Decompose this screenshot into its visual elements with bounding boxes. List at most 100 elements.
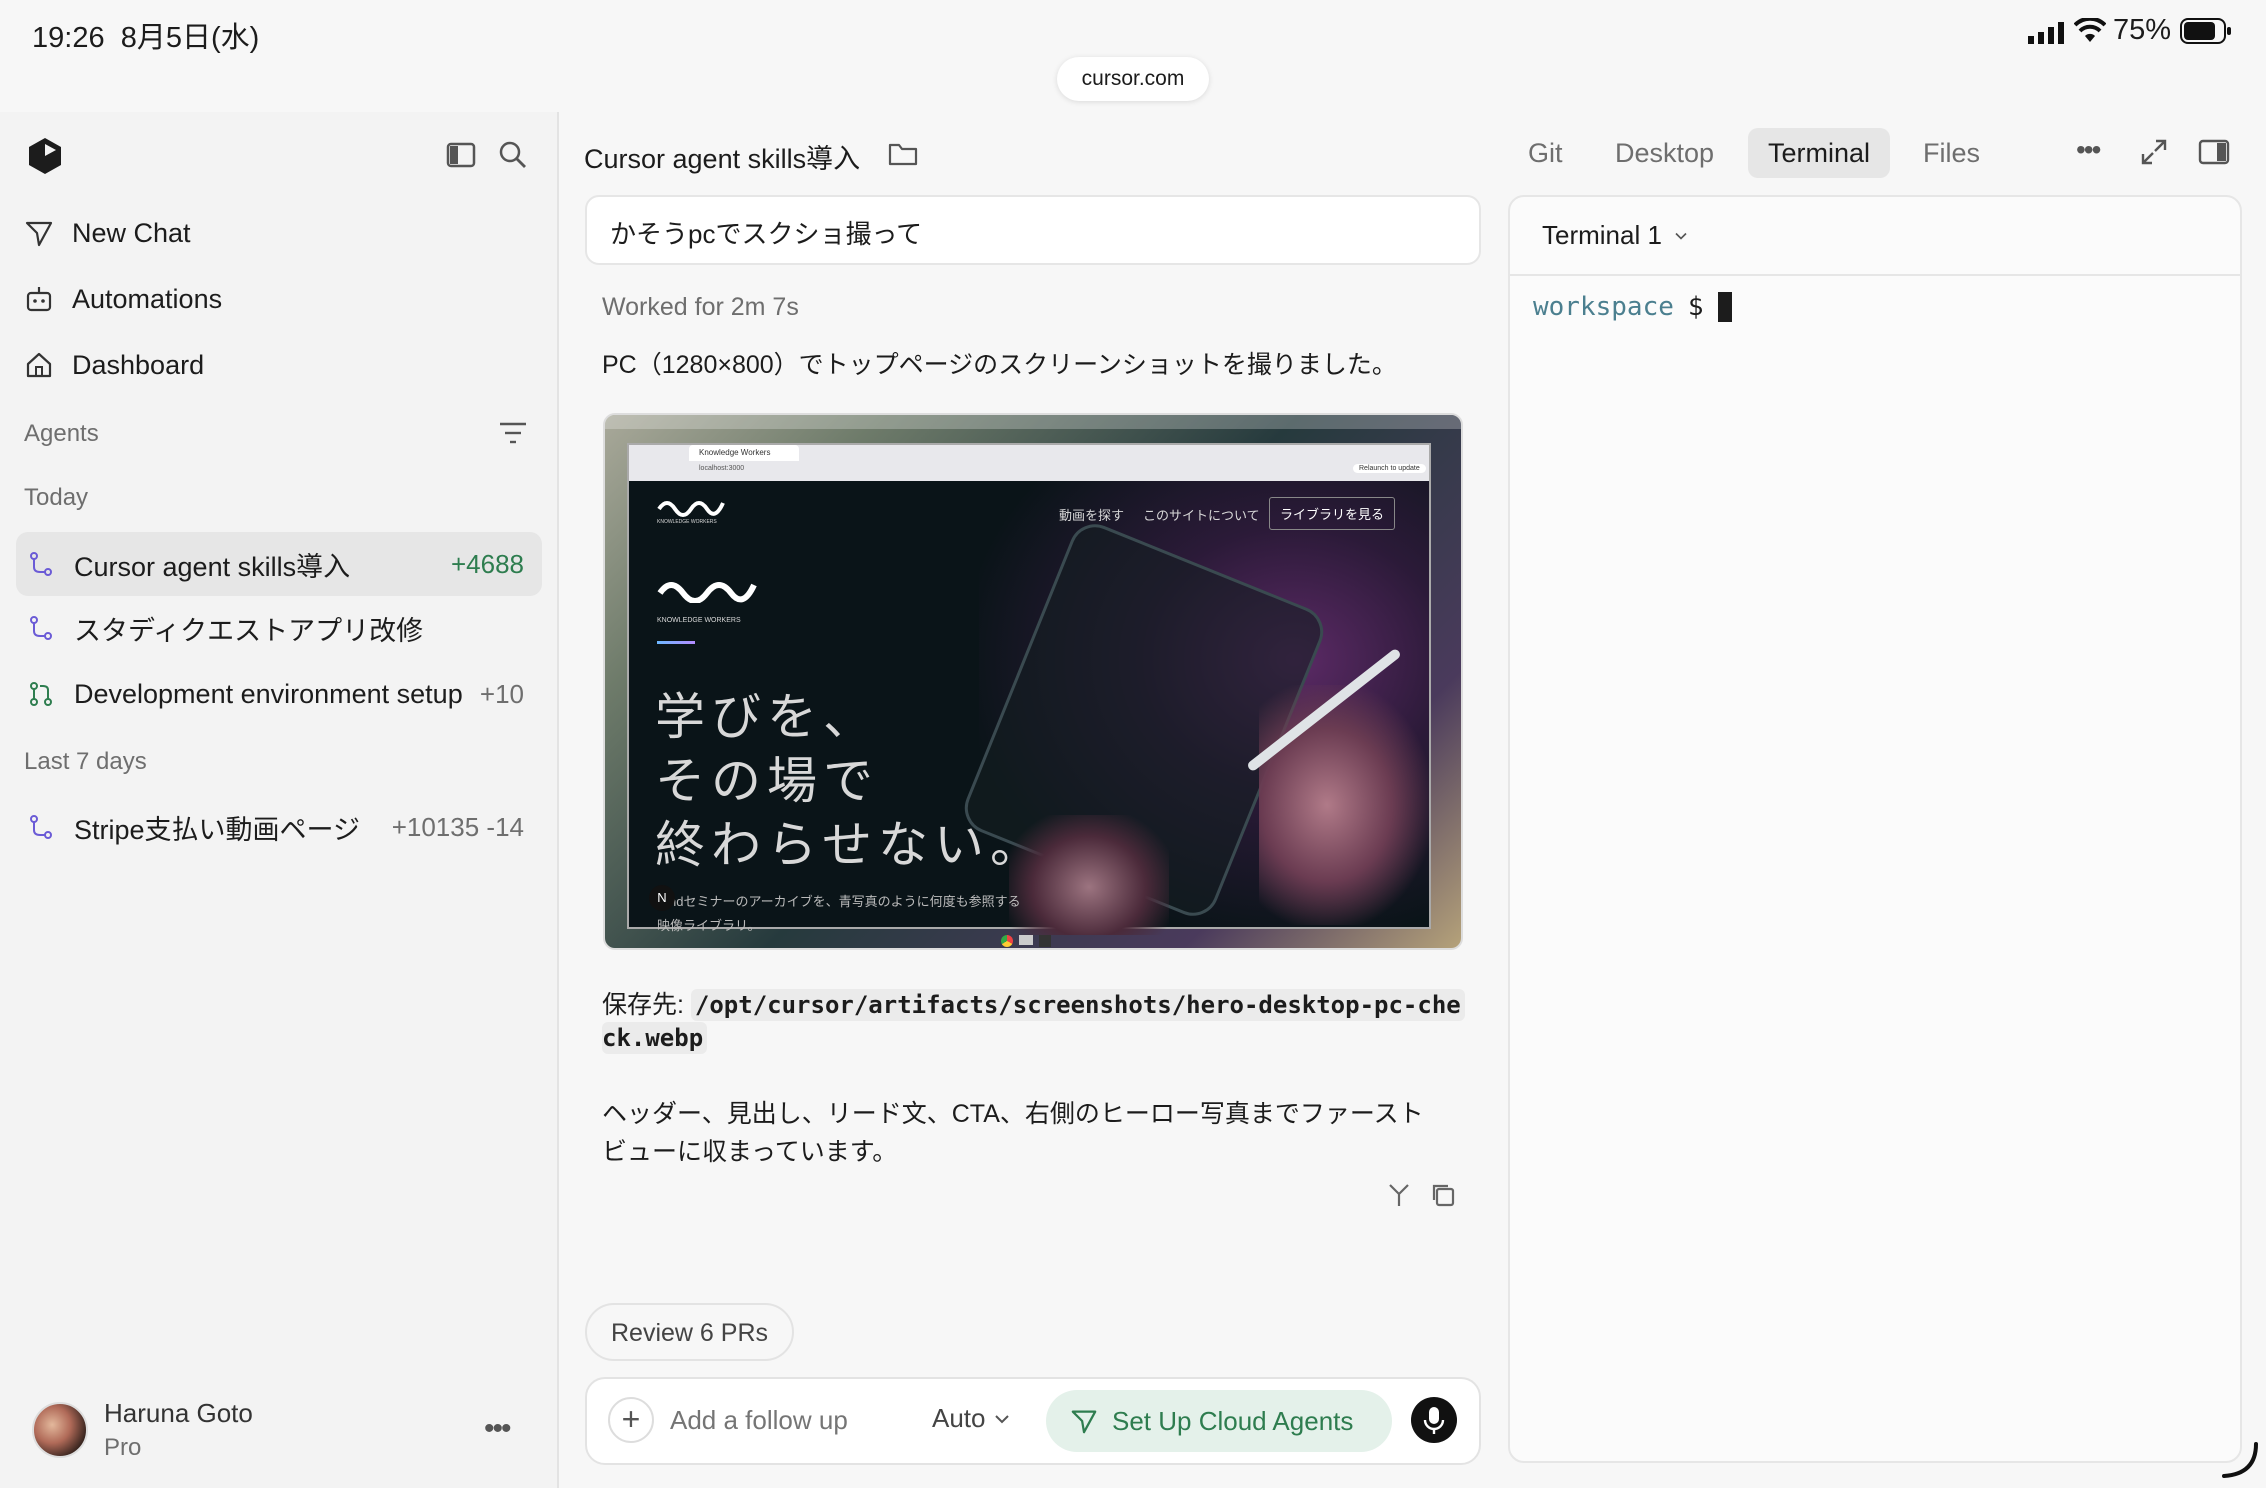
microphone-icon [1423,1407,1445,1434]
fork-icon[interactable] [1386,1182,1412,1208]
model-selector[interactable]: Auto [932,1403,1010,1434]
save-path-code: /opt/cursor/artifacts/screenshots/hero-d… [690,989,1465,1021]
terminal-tab-label: Terminal 1 [1542,220,1662,250]
terminal-prompt-line: workspace $ [1533,292,1732,322]
today-section-label: Today [24,484,89,511]
agent-diff-stat: +4688 [450,548,524,579]
filter-icon[interactable] [498,420,528,446]
reply-text-2a: ヘッダー、見出し、リード文、CTA、右側のヒーロー写真までファースト [602,1100,1424,1128]
tab-terminal[interactable]: Terminal [1748,128,1891,178]
new-chat-button[interactable]: New Chat [24,208,191,258]
dashboard-button[interactable]: Dashboard [24,340,204,390]
tab-git[interactable]: Git [1508,128,1583,178]
dashboard-label: Dashboard [72,349,205,380]
folder-icon[interactable] [888,141,918,167]
page-title: Cursor agent skills導入 [584,144,861,174]
terminal-panel[interactable] [1508,195,2242,1463]
save-path-line-2: ck.webp [602,1022,708,1054]
agent-label: Stripe支払い動画ページ [74,814,360,845]
pull-request-icon [30,682,52,706]
agent-item-study-quest[interactable]: スタディクエストアプリ改修 [16,596,542,660]
branch-icon [30,616,52,640]
terminal-cursor [1717,292,1732,322]
save-path-line-1: 保存先: /opt/cursor/artifacts/screenshots/h… [602,985,1465,1021]
hero-headline-2: その場で [655,752,879,810]
relaunch-pill: Relaunch to update [1353,464,1426,473]
follow-up-input[interactable] [670,1400,900,1440]
sidebar-toggle-icon[interactable] [446,142,476,168]
chevron-down-icon [1675,232,1687,240]
new-chat-label: New Chat [72,217,191,248]
send-icon [1071,1410,1097,1434]
chrome-app-icon [1001,935,1013,947]
reply-text-1: PC（1280×800）でトップページのスクリーンショットを撮りました。 [602,351,1397,379]
branch-icon [30,815,52,839]
agent-diff-stat: +10 [479,678,524,709]
site-nav-2: このサイトについて [1143,508,1260,523]
home-icon [26,352,52,378]
branch-icon [30,552,52,576]
robot-icon [26,287,52,312]
resize-corner-icon[interactable] [2220,1440,2260,1480]
hero-hand-shape [1259,685,1429,925]
set-up-cloud-agents-button[interactable]: Set Up Cloud Agents [1046,1390,1392,1452]
terminal-app-icon [1039,935,1051,947]
user-message-text: かそうpcでスクショ撮って [610,219,923,249]
signal-icon [2028,22,2064,44]
worked-for-text: Worked for 2m 7s [602,293,799,321]
chevron-down-icon [994,1414,1009,1423]
hero-headline-3: 終わらせない。 [655,816,1046,874]
wifi-icon [2074,18,2106,42]
save-label: 保存先: [602,991,684,1019]
model-label: Auto [932,1403,986,1433]
site-nav-cta: ライブラリを見る [1269,497,1396,530]
automations-button[interactable]: Automations [24,274,222,324]
review-prs-button[interactable]: Review 6 PRs [585,1303,794,1361]
copy-icon[interactable] [1430,1182,1456,1208]
agent-item-stripe-payment[interactable]: Stripe支払い動画ページ +10135 -14 [16,795,542,859]
tab-files[interactable]: Files [1903,128,2000,178]
tab-desktop[interactable]: Desktop [1595,128,1734,178]
agent-label: スタディクエストアプリ改修 [74,615,424,646]
terminal-symbol: $ [1687,292,1704,322]
user-plan: Pro [104,1434,142,1461]
agent-label: Cursor agent skills導入 [74,551,351,582]
hero-headline-1: 学びを、 [655,688,879,746]
status-bar: 19:26 8月5日(水) cursor.com 75% [0,0,2266,112]
brand-small-text: KNOWLEDGE WORKERS [657,519,717,525]
more-options-icon[interactable]: ••• [2076,134,2101,166]
search-icon[interactable] [498,140,528,170]
screenshot-image[interactable]: Knowledge Workers localhost:3000 Relaunc… [603,413,1463,950]
panel-toggle-icon[interactable] [2198,139,2230,165]
dock-strip [1001,935,1061,948]
url-pill[interactable]: cursor.com [1057,57,1209,101]
menubar-strip [605,415,1461,429]
cursor-logo-icon [29,138,61,174]
add-attachment-button[interactable]: + [608,1397,654,1443]
expand-icon[interactable] [2140,138,2168,166]
status-time: 19:26 8月5日(水) [32,22,260,54]
agents-section-label: Agents [24,420,99,447]
agent-label: Development environment setup [74,678,463,709]
agent-item-dev-env-setup[interactable]: Development environment setup +10 [16,662,542,726]
hero-lead-2: 映像ライブラリ。 [657,918,761,933]
user-more-icon[interactable]: ••• [484,1412,511,1446]
cloud-agents-label: Set Up Cloud Agents [1112,1405,1354,1436]
finder-app-icon [1019,935,1033,945]
terminal-tab-selector[interactable]: Terminal 1 [1542,220,1688,251]
terminal-divider [1510,274,2240,276]
browser-tab: Knowledge Workers [689,445,799,461]
sidebar: New Chat Automations Dashboard Agents To… [0,112,559,1488]
terminal-prompt: workspace [1533,292,1674,322]
reply-text-2b: ビューに収まっています。 [602,1138,898,1166]
agent-item-cursor-agent-skills[interactable]: Cursor agent skills導入 +4688 [16,532,542,596]
automations-label: Automations [72,283,223,314]
brand-logo-large-icon [657,582,757,603]
microphone-button[interactable] [1411,1397,1457,1443]
battery-percent: 75% [2113,14,2172,46]
brand-underline [657,641,695,644]
last7-section-label: Last 7 days [24,748,147,775]
user-avatar[interactable] [32,1402,88,1458]
agent-diff-stat: +10135 -14 [391,811,524,842]
browser-address: localhost:3000 [699,465,745,472]
